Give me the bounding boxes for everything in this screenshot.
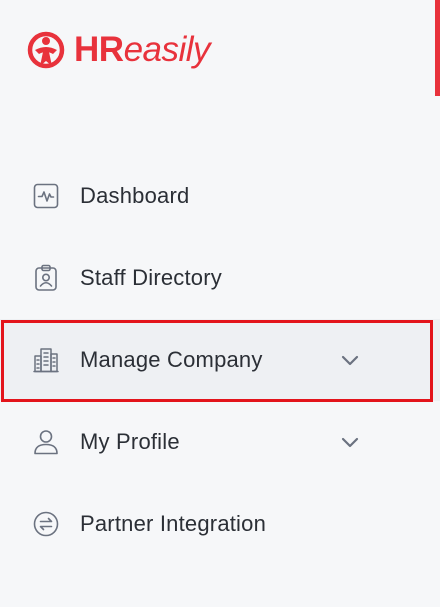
sidebar: HReasily Dashboard Staff Directory Manag… bbox=[0, 0, 440, 607]
sidebar-item-label: Manage Company bbox=[80, 347, 263, 372]
sidebar-nav: Dashboard Staff Directory Manage Company… bbox=[0, 155, 440, 565]
building-icon bbox=[32, 346, 60, 374]
brand-name-bold: HR bbox=[74, 30, 124, 69]
sidebar-item-manage-company[interactable]: Manage Company bbox=[0, 319, 440, 401]
brand-wordmark: HReasily bbox=[74, 28, 211, 72]
sidebar-item-label: Dashboard bbox=[80, 183, 190, 208]
sidebar-item-my-profile[interactable]: My Profile bbox=[0, 401, 440, 483]
sidebar-item-staff-directory[interactable]: Staff Directory bbox=[0, 237, 440, 319]
sidebar-item-dashboard[interactable]: Dashboard bbox=[0, 155, 440, 237]
sidebar-item-label: My Profile bbox=[80, 429, 180, 454]
id-badge-icon bbox=[32, 264, 60, 292]
swap-arrows-icon bbox=[32, 510, 60, 538]
brand-logo[interactable]: HReasily bbox=[26, 28, 211, 72]
brand-name-rest: easily bbox=[123, 30, 211, 69]
user-icon bbox=[32, 428, 60, 456]
sidebar-item-label: Staff Directory bbox=[80, 265, 222, 290]
hreasily-logo-icon bbox=[27, 31, 65, 69]
chevron-down-icon[interactable] bbox=[338, 348, 362, 372]
dashboard-chart-icon bbox=[32, 182, 60, 210]
chevron-down-icon[interactable] bbox=[338, 430, 362, 454]
scrollbar-thumb[interactable] bbox=[435, 0, 440, 96]
sidebar-item-label: Partner Integration bbox=[80, 511, 267, 536]
sidebar-item-partner-integration[interactable]: Partner Integration bbox=[0, 483, 440, 565]
